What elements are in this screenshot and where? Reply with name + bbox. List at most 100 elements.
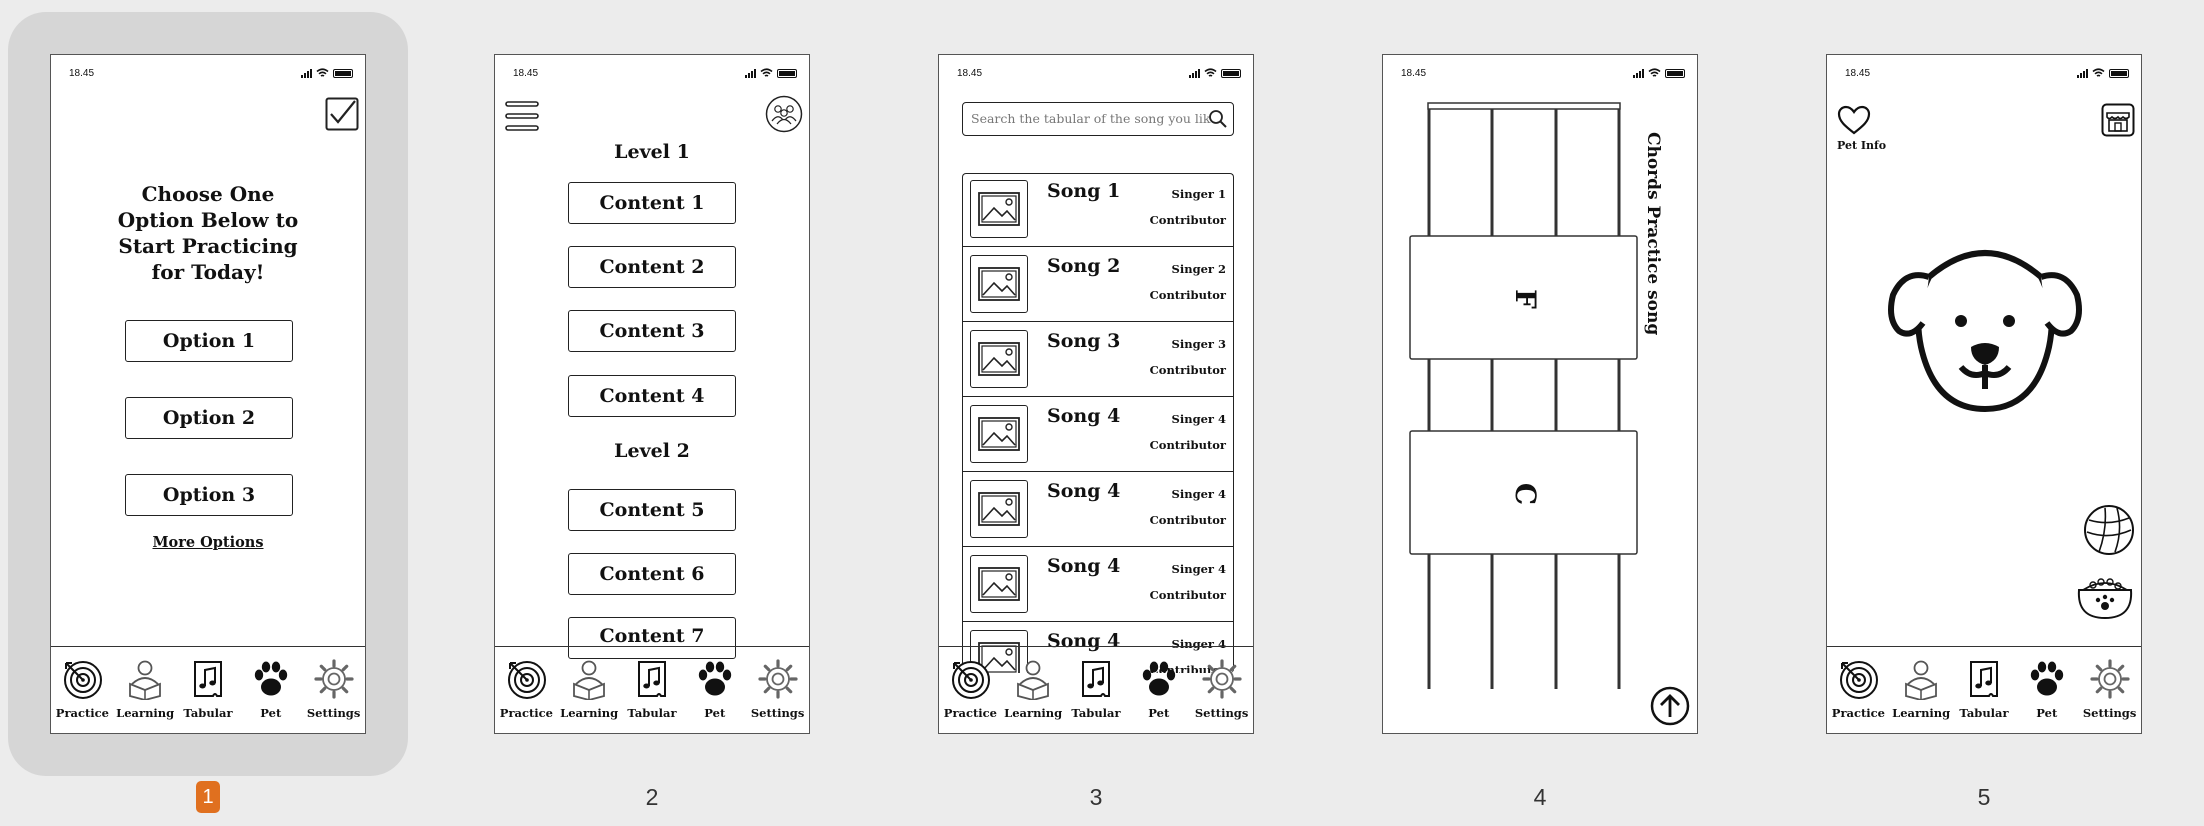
signal-icon bbox=[745, 68, 756, 78]
learner-icon bbox=[1900, 658, 1942, 703]
level-2-heading: Level 2 bbox=[614, 440, 690, 462]
song-row[interactable]: Song 4 Singer 4 Contributor bbox=[963, 472, 1233, 547]
nav-settings[interactable]: Settings bbox=[2080, 655, 2140, 733]
song-list[interactable]: Song 1 Singer 1 Contributor Song 2 Singer 2 C… bbox=[962, 173, 1234, 673]
nav-practice[interactable]: Practice bbox=[52, 655, 112, 733]
status-time: 18.45 bbox=[957, 68, 983, 79]
frame-number-3[interactable]: 3 bbox=[1076, 784, 1116, 811]
nav-pet[interactable]: Pet bbox=[2017, 655, 2077, 733]
option-1-button[interactable]: Option 1 bbox=[125, 320, 293, 362]
status-bar: 18.45 bbox=[957, 68, 1241, 80]
nav-learning[interactable]: Learning bbox=[1891, 655, 1951, 733]
nav-learning[interactable]: Learning bbox=[115, 655, 175, 733]
nav-settings[interactable]: Settings bbox=[1192, 655, 1252, 733]
nav-label: Settings bbox=[750, 706, 805, 720]
nav-learning[interactable]: Learning bbox=[559, 655, 619, 733]
nav-practice[interactable]: Practice bbox=[496, 655, 556, 733]
nav-label: Learning bbox=[1004, 706, 1063, 720]
frame-number-1[interactable]: 1 bbox=[196, 781, 220, 813]
nav-settings[interactable]: Settings bbox=[304, 655, 364, 733]
content-3-button[interactable]: Content 3 bbox=[568, 310, 736, 352]
content-4-button[interactable]: Content 4 bbox=[568, 375, 736, 417]
target-icon bbox=[61, 658, 103, 703]
song-row[interactable]: Song 2 Singer 2 Contributor bbox=[963, 247, 1233, 322]
content-1-button[interactable]: Content 1 bbox=[568, 182, 736, 224]
nav-pet[interactable]: Pet bbox=[241, 655, 301, 733]
battery-icon bbox=[1221, 68, 1241, 78]
pet-info-label[interactable]: Pet Info bbox=[1837, 139, 1886, 152]
food-bowl-icon[interactable] bbox=[2075, 574, 2135, 622]
image-placeholder-icon bbox=[970, 180, 1028, 238]
option-3-button[interactable]: Option 3 bbox=[125, 474, 293, 516]
song-title: Chords Practice song bbox=[1643, 132, 1663, 336]
song-row[interactable]: Song 4 Singer 4 Contributor bbox=[963, 547, 1233, 622]
singer-name: Singer 3 bbox=[1171, 337, 1226, 351]
more-options-link[interactable]: More Options bbox=[51, 534, 365, 551]
learner-icon bbox=[124, 658, 166, 703]
dog-face-icon[interactable] bbox=[1885, 239, 2085, 415]
nav-label: Learning bbox=[116, 706, 175, 720]
bottom-nav: Practice Learning Tabular Pet Settings bbox=[495, 646, 809, 733]
contributor-label: Contributor bbox=[1149, 588, 1226, 602]
music-sheet-icon bbox=[1963, 658, 2005, 703]
nav-tabular[interactable]: Tabular bbox=[178, 655, 238, 733]
nav-label: Tabular bbox=[1071, 706, 1121, 720]
nav-pet[interactable]: Pet bbox=[685, 655, 745, 733]
nav-label: Settings bbox=[306, 706, 361, 720]
hamburger-menu-icon[interactable] bbox=[504, 98, 540, 134]
bottom-nav: Practice Learning Tabular Pet Settings bbox=[939, 646, 1253, 733]
search-icon[interactable] bbox=[1208, 109, 1228, 129]
search-input[interactable]: Search the tabular of the song you like bbox=[971, 111, 1218, 126]
nav-practice[interactable]: Practice bbox=[940, 655, 1000, 733]
scroll-up-icon[interactable] bbox=[1650, 686, 1690, 726]
singer-name: Singer 2 bbox=[1171, 262, 1226, 276]
nav-label: Tabular bbox=[183, 706, 233, 720]
nav-learning[interactable]: Learning bbox=[1003, 655, 1063, 733]
status-bar: 18.45 bbox=[513, 68, 797, 80]
option-2-button[interactable]: Option 2 bbox=[125, 397, 293, 439]
frame-number-2[interactable]: 2 bbox=[632, 784, 672, 811]
screen-practice-options[interactable]: 18.45 Choose One Option Below to Start P… bbox=[50, 54, 366, 734]
contributor-label: Contributor bbox=[1149, 513, 1226, 527]
image-placeholder-icon bbox=[970, 480, 1028, 538]
heart-icon[interactable] bbox=[1837, 105, 1871, 135]
nav-tabular[interactable]: Tabular bbox=[1954, 655, 2014, 733]
nav-label: Practice bbox=[55, 706, 109, 720]
nav-label: Learning bbox=[1892, 706, 1951, 720]
contributor-label: Contributor bbox=[1149, 363, 1226, 377]
frame-number-4[interactable]: 4 bbox=[1520, 784, 1560, 811]
signal-icon bbox=[1189, 68, 1200, 78]
chord-f[interactable]: F bbox=[1506, 278, 1542, 320]
nav-settings[interactable]: Settings bbox=[748, 655, 808, 733]
frame-number-5[interactable]: 5 bbox=[1964, 784, 2004, 811]
signal-icon bbox=[2077, 68, 2088, 78]
chord-c[interactable]: C bbox=[1506, 473, 1542, 515]
song-row[interactable]: Song 1 Singer 1 Contributor bbox=[963, 174, 1233, 247]
signal-icon bbox=[301, 68, 312, 78]
nav-label: Pet bbox=[704, 706, 726, 720]
content-6-button[interactable]: Content 6 bbox=[568, 553, 736, 595]
song-row[interactable]: Song 3 Singer 3 Contributor bbox=[963, 322, 1233, 397]
song-row[interactable]: Song 4 Singer 4 Contributor bbox=[963, 397, 1233, 472]
nav-pet[interactable]: Pet bbox=[1129, 655, 1189, 733]
checkbox-checked-icon[interactable] bbox=[325, 97, 359, 131]
target-icon bbox=[1837, 658, 1879, 703]
content-2-button[interactable]: Content 2 bbox=[568, 246, 736, 288]
singer-name: Singer 4 bbox=[1171, 487, 1226, 501]
screen-tabular-search[interactable]: 18.45 Search the tabular of the song you… bbox=[938, 54, 1254, 734]
screen-chords-practice[interactable]: 18.45 F C Chords Practice song bbox=[1382, 54, 1698, 734]
nav-tabular[interactable]: Tabular bbox=[622, 655, 682, 733]
search-box[interactable]: Search the tabular of the song you like bbox=[962, 102, 1234, 136]
gear-icon bbox=[1201, 658, 1243, 703]
screen-learning-contents[interactable]: 18.45 Level 1 Content 1 Content 2 Conten… bbox=[494, 54, 810, 734]
screen-pet[interactable]: 18.45 Pet Info Practice Learning Tabular Pe… bbox=[1826, 54, 2142, 734]
music-sheet-icon bbox=[1075, 658, 1117, 703]
status-bar: 18.45 bbox=[69, 68, 353, 80]
nav-practice[interactable]: Practice bbox=[1828, 655, 1888, 733]
content-5-button[interactable]: Content 5 bbox=[568, 489, 736, 531]
nav-label: Practice bbox=[1831, 706, 1885, 720]
shop-icon[interactable] bbox=[2101, 103, 2135, 137]
community-icon[interactable] bbox=[765, 95, 803, 133]
nav-tabular[interactable]: Tabular bbox=[1066, 655, 1126, 733]
ball-icon[interactable] bbox=[2083, 504, 2135, 556]
